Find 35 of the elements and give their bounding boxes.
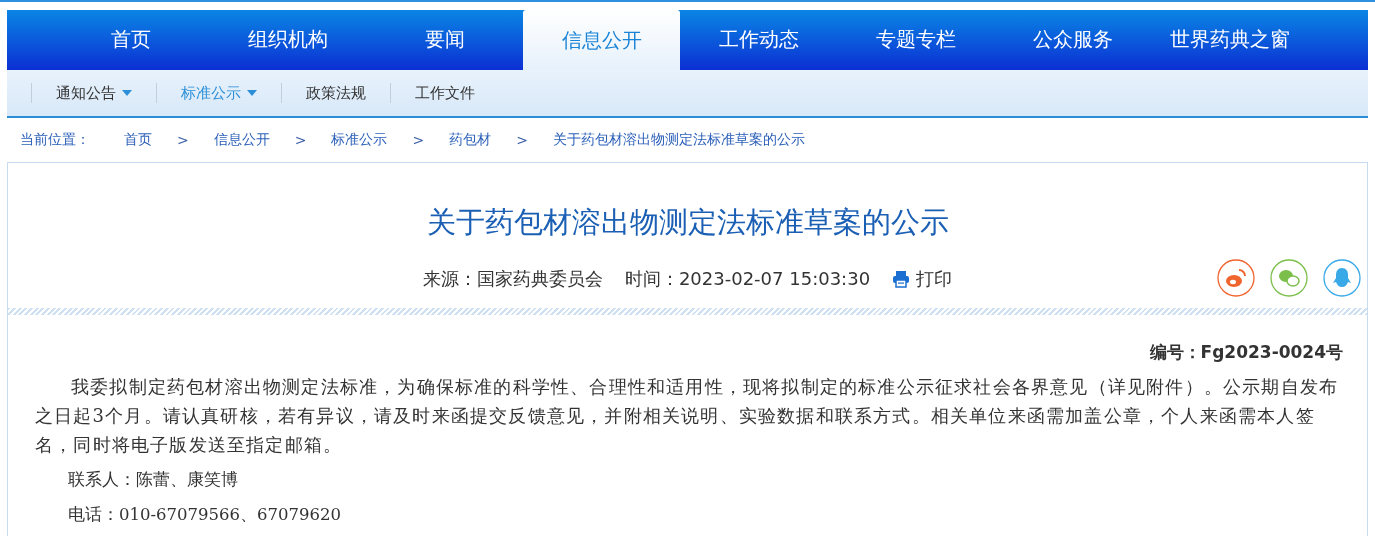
notice-paragraph: 我委拟制定药包材溶出物测定法标准，为确保标准的科学性、合理性和适用性，现将拟制定的标准公示征求社会各界意见（详见附件）。公示期自发布之日起3个月。请认真研核，若有异议，请及时来函提交反馈意见，并附相关说明、实验数据和联系方式。相关单位来函需加盖公章，个人来函需本人签名，同时将电子版发送至指定邮箱。 xyxy=(35,375,1340,457)
chat-bubbles-icon[interactable] xyxy=(1270,259,1308,297)
print-link[interactable]: 打印 xyxy=(892,267,953,291)
sub-nav-item[interactable]: 政策法规 xyxy=(282,83,390,103)
printer-icon xyxy=(892,270,911,288)
sub-nav-item[interactable]: 工作文件 xyxy=(391,83,499,103)
breadcrumb-link[interactable]: 标准公示 xyxy=(331,131,388,149)
caret-icon xyxy=(247,90,257,96)
nav-tab[interactable]: 工作动态 xyxy=(680,10,837,68)
penguin-icon[interactable] xyxy=(1323,259,1361,297)
nav-tab[interactable]: 世界药典之窗 xyxy=(1151,10,1308,68)
article-source: 来源：国家药典委员会 xyxy=(422,267,603,291)
breadcrumb-separator: > xyxy=(516,132,528,148)
breadcrumb-link[interactable]: 信息公开 xyxy=(213,131,270,149)
document-number: 编号：Fg2023-0024号 xyxy=(1148,341,1343,364)
nav-tab[interactable]: 专题专栏 xyxy=(837,10,994,68)
nav-tab[interactable]: 信息公开 xyxy=(523,10,680,70)
breadcrumb-link[interactable]: 药包材 xyxy=(449,131,492,149)
contact-line: 电话：010-67079566、67079620 xyxy=(67,504,343,526)
article-title: 关于药包材溶出物测定法标准草案的公示 xyxy=(425,204,950,241)
breadcrumb-link[interactable]: 关于药包材溶出物测定法标准草案的公示 xyxy=(552,131,805,149)
breadcrumb-separator: > xyxy=(412,132,425,148)
breadcrumb-link[interactable]: 首页 xyxy=(124,131,152,149)
nav-tab[interactable]: 首页 xyxy=(52,10,209,68)
caret-icon xyxy=(122,90,132,96)
nav-tab[interactable]: 公众服务 xyxy=(994,10,1151,68)
weibo-share-icon[interactable] xyxy=(1217,259,1255,297)
breadcrumb-separator: > xyxy=(294,132,307,148)
sub-nav-item[interactable]: 通知公告 xyxy=(32,83,156,103)
breadcrumb-separator: > xyxy=(177,132,189,148)
nav-tab[interactable]: 组织机构 xyxy=(209,10,366,68)
breadcrumb-label: 当前位置： xyxy=(20,131,90,149)
article-time: 时间：2023-02-07 15:03:30 xyxy=(624,267,871,291)
contact-line: 联系人：陈蕾、康笑博 xyxy=(67,469,239,491)
nav-tab[interactable]: 要闻 xyxy=(366,10,523,68)
